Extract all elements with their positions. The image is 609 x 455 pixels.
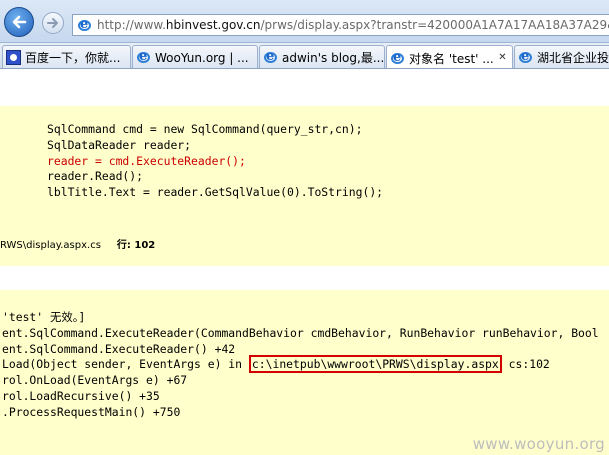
url-prefix: http://www. bbox=[97, 18, 166, 32]
back-arrow-icon bbox=[12, 15, 27, 29]
ie-page-icon: e bbox=[518, 49, 533, 65]
stack-line-with-path: Load(Object sender, EventArgs e) in c:\i… bbox=[2, 355, 599, 374]
source-file-path: RWS\display.aspx.cs bbox=[0, 240, 101, 251]
stack-line: ent.SqlCommand.ExecuteReader(CommandBeha… bbox=[2, 325, 599, 340]
close-tab-icon[interactable]: ✕ bbox=[496, 51, 509, 64]
back-button[interactable] bbox=[4, 7, 34, 37]
tab-label: adwin's blog,最... bbox=[282, 51, 385, 65]
stack-line: rol.OnLoad(EventArgs e) +67 bbox=[2, 373, 188, 388]
code-line: SqlCommand cmd = new SqlCommand(query_st… bbox=[47, 122, 363, 136]
stack-line: rol.LoadRecursive() +35 bbox=[2, 388, 160, 403]
ie-page-icon: e bbox=[390, 50, 405, 66]
load-prefix: Load(Object sender, EventArgs e) in bbox=[2, 357, 249, 372]
stack-line: .ProcessRequestMain() +750 bbox=[2, 404, 181, 419]
load-suffix: cs:102 bbox=[501, 357, 550, 372]
tab-baidu[interactable]: 百度一下，你就... bbox=[2, 45, 131, 68]
tab-adwin-blog[interactable]: e adwin's blog,最... bbox=[259, 45, 385, 68]
ie-page-icon: e bbox=[136, 49, 151, 65]
address-bar[interactable]: e http://www.hbinvest.gov.cn/prws/displa… bbox=[72, 14, 609, 36]
stack-trace-lines: 'test' 无效。] ent.SqlCommand.ExecuteReader… bbox=[2, 310, 599, 421]
source-file-info: RWS\display.aspx.cs 行: 102 bbox=[0, 236, 155, 251]
baidu-paw-icon bbox=[6, 50, 21, 65]
navigation-bar: e http://www.hbinvest.gov.cn/prws/displa… bbox=[0, 0, 609, 43]
tab-label: 湖北省企业投 bbox=[537, 51, 609, 65]
tab-label: 对象名 'test' ... bbox=[409, 51, 494, 66]
tab-current-error-page[interactable]: e 对象名 'test' ... ✕ bbox=[386, 45, 513, 68]
wooyun-watermark: www.wooyun.org bbox=[472, 435, 605, 453]
url-path: /prws/display.aspx?transtr=420000A1A7A17… bbox=[260, 18, 609, 32]
stack-line: 'test' 无效。] bbox=[2, 310, 86, 324]
code-line: lblTitle.Text = reader.GetSqlValue(0).To… bbox=[47, 185, 384, 200]
ie-page-icon: e bbox=[77, 17, 92, 33]
error-code-line: reader = cmd.ExecuteReader(); bbox=[47, 153, 246, 168]
forward-arrow-icon bbox=[47, 18, 58, 28]
highlighted-physical-path: c:\inetpub\wwwroot\PRWS\display.aspx bbox=[248, 355, 502, 374]
code-line: reader.Read(); bbox=[47, 169, 144, 184]
tab-bar: 百度一下，你就... e WooYun.org | ... e adwin's … bbox=[0, 43, 609, 69]
url-text[interactable]: http://www.hbinvest.gov.cn/prws/display.… bbox=[97, 18, 609, 32]
tab-hubei-investment[interactable]: e 湖北省企业投 bbox=[514, 45, 609, 68]
source-code-lines: SqlCommand cmd = new SqlCommand(query_st… bbox=[47, 122, 383, 201]
stack-trace-block: 'test' 无效。] ent.SqlCommand.ExecuteReader… bbox=[0, 290, 609, 455]
ie-page-icon: e bbox=[263, 49, 278, 65]
code-line: SqlDataReader reader; bbox=[47, 137, 192, 152]
forward-button[interactable] bbox=[42, 12, 64, 34]
tab-label: 百度一下，你就... bbox=[25, 51, 121, 65]
source-line-number: 行: 102 bbox=[116, 240, 156, 251]
url-host: hbinvest.gov.cn bbox=[165, 18, 261, 32]
tab-wooyun[interactable]: e WooYun.org | ... bbox=[132, 45, 258, 68]
page-content: SqlCommand cmd = new SqlCommand(query_st… bbox=[0, 70, 609, 455]
tab-label: WooYun.org | ... bbox=[155, 50, 249, 65]
